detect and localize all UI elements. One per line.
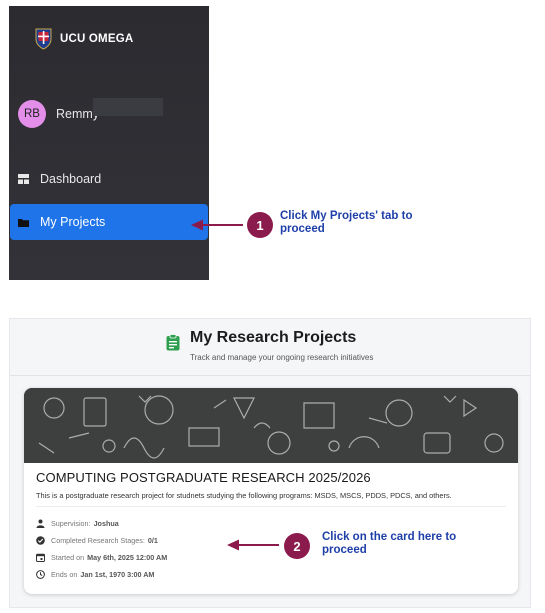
sidebar-item-dashboard[interactable]: Dashboard [10,161,208,197]
arrow-left-icon [191,219,243,231]
step-2-badge: 2 [284,533,310,559]
university-crest-icon [35,28,52,50]
divider [36,506,506,507]
supervision-row: Supervision: Joshua [36,519,119,528]
redacted-area [93,98,163,116]
clock-icon [36,570,45,579]
project-title: COMPUTING POSTGRADUATE RESEARCH 2025/202… [36,470,371,485]
ends-value: Jan 1st, 1970 3:00 AM [80,570,155,579]
research-projects-panel: My Research Projects Track and manage yo… [9,318,531,608]
stages-value: 0/1 [147,536,158,545]
research-project-card[interactable]: COMPUTING POSTGRADUATE RESEARCH 2025/202… [24,388,518,594]
step-2-instruction: Click on the card here to proceed [322,531,456,557]
dashboard-icon [17,173,29,185]
check-circle-icon [36,536,45,545]
folder-icon [17,216,29,228]
step-1-line-2: proceed [280,223,325,235]
sidebar-item-label: My Projects [40,215,106,229]
clipboard-icon [166,334,180,351]
person-icon [36,519,45,528]
brand-name: UCU OMEGA [60,32,134,45]
started-label: Started on [51,553,85,562]
started-value: May 6th, 2025 12:00 AM [87,553,168,562]
arrow-left-icon [227,539,279,551]
project-description: This is a postgraduate research project … [36,491,452,500]
end-date-row: Ends on Jan 1st, 1970 3:00 AM [36,570,154,579]
step-1-badge: 1 [247,212,273,238]
page-title: My Research Projects [190,329,357,346]
avatar: RB [18,100,46,128]
supervision-value: Joshua [93,519,119,528]
chalkboard-banner-image [24,388,518,463]
step-2-line-1: Click on the card here to [322,531,457,543]
page-header: My Research Projects Track and manage yo… [10,319,530,376]
step-1-line-1: Click My Projects' tab to [280,210,413,222]
stages-label: Completed Research Stages: [51,536,145,545]
stages-row: Completed Research Stages: 0/1 [36,536,158,545]
step-1-instruction: Click My Projects' tab to proceed [280,210,412,236]
step-2-line-2: proceed [322,544,367,556]
user-profile[interactable]: RB Remmy [18,100,99,128]
sidebar: UCU OMEGA RB Remmy Dashboard My Projects [9,6,209,280]
supervision-label: Supervision: [51,519,91,528]
sidebar-item-my-projects[interactable]: My Projects [10,204,208,240]
start-date-row: Started on May 6th, 2025 12:00 AM [36,553,167,562]
brand[interactable]: UCU OMEGA [34,27,133,50]
ends-label: Ends on [51,570,78,579]
sidebar-item-label: Dashboard [40,172,102,186]
calendar-icon [36,553,45,562]
page-subtitle: Track and manage your ongoing research i… [190,353,374,362]
